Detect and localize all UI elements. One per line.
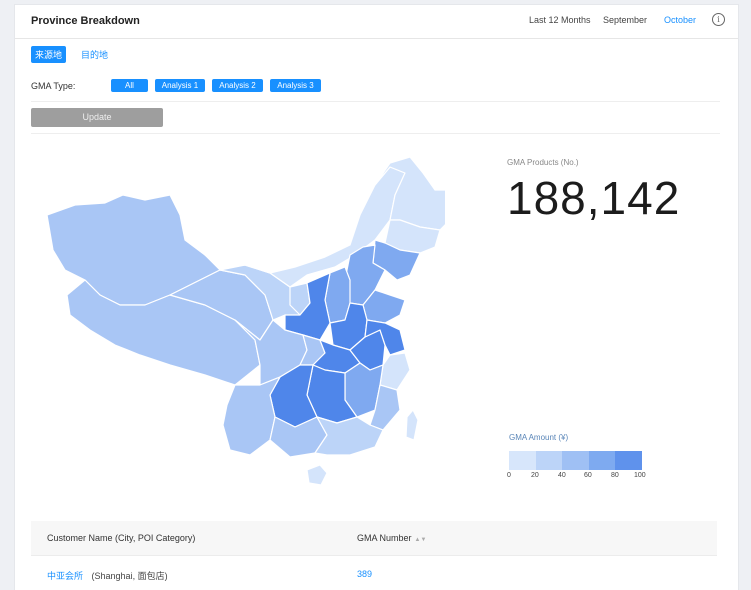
legend-tick-0: 0 (507, 472, 511, 479)
legend-tick-40: 40 (558, 472, 566, 479)
column-gma-number-label: GMA Number (357, 533, 412, 543)
province-breakdown-card: Province Breakdown Last 12 Months Septem… (14, 4, 739, 590)
gma-type-label: GMA Type: (31, 81, 76, 91)
tab-source[interactable]: 来源地 (31, 46, 67, 63)
legend-color-scale (509, 451, 642, 470)
period-october[interactable]: October (664, 15, 696, 25)
legend-tick-80: 80 (611, 472, 619, 479)
legend-tick-20: 20 (531, 472, 539, 479)
customer-detail: (Shanghai, 面包店) (91, 571, 168, 581)
kpi-label: GMA Products (No.) (507, 158, 579, 167)
filter-divider (31, 101, 720, 102)
customer-name-link[interactable]: 中亚会所 (47, 571, 83, 581)
legend-swatch-4 (588, 451, 616, 470)
legend-tick-60: 60 (584, 472, 592, 479)
legend-swatch-3 (562, 451, 589, 470)
gma-type-analysis-2[interactable]: Analysis 2 (212, 79, 263, 92)
gma-type-all[interactable]: All (111, 79, 148, 92)
card-header: Province Breakdown Last 12 Months Septem… (15, 5, 738, 39)
province-taiwan[interactable] (405, 409, 419, 441)
update-divider (31, 133, 720, 134)
legend-swatch-5 (615, 451, 642, 470)
legend-tick-100: 100 (634, 472, 646, 479)
kpi-value: 188,142 (507, 172, 681, 224)
china-province-map (46, 156, 445, 486)
legend-swatch-2 (535, 451, 563, 470)
table-header: Customer Name (City, POI Category) GMA N… (31, 521, 717, 556)
column-gma-number[interactable]: GMA Number ▲▼ (357, 533, 426, 543)
info-icon[interactable]: i (712, 13, 725, 26)
province-yunnan[interactable] (222, 376, 281, 456)
legend-swatch-1 (509, 451, 536, 470)
legend-title: GMA Amount (¥) (509, 433, 569, 442)
table-row[interactable]: 中亚会所 (Shanghai, 面包店) (47, 569, 168, 582)
gma-number-value[interactable]: 389 (357, 569, 372, 579)
update-button[interactable]: Update (31, 108, 163, 127)
gma-type-analysis-1[interactable]: Analysis 1 (155, 79, 205, 92)
province-zhejiang[interactable] (379, 352, 411, 391)
column-customer-name: Customer Name (City, POI Category) (47, 533, 196, 543)
gma-type-analysis-3[interactable]: Analysis 3 (270, 79, 321, 92)
sort-icon[interactable]: ▲▼ (415, 537, 427, 543)
card-title: Province Breakdown (31, 15, 140, 27)
period-last-12-months[interactable]: Last 12 Months (529, 15, 591, 25)
province-hainan[interactable] (306, 464, 328, 486)
tab-destination[interactable]: 目的地 (77, 46, 112, 63)
period-september[interactable]: September (603, 15, 647, 25)
